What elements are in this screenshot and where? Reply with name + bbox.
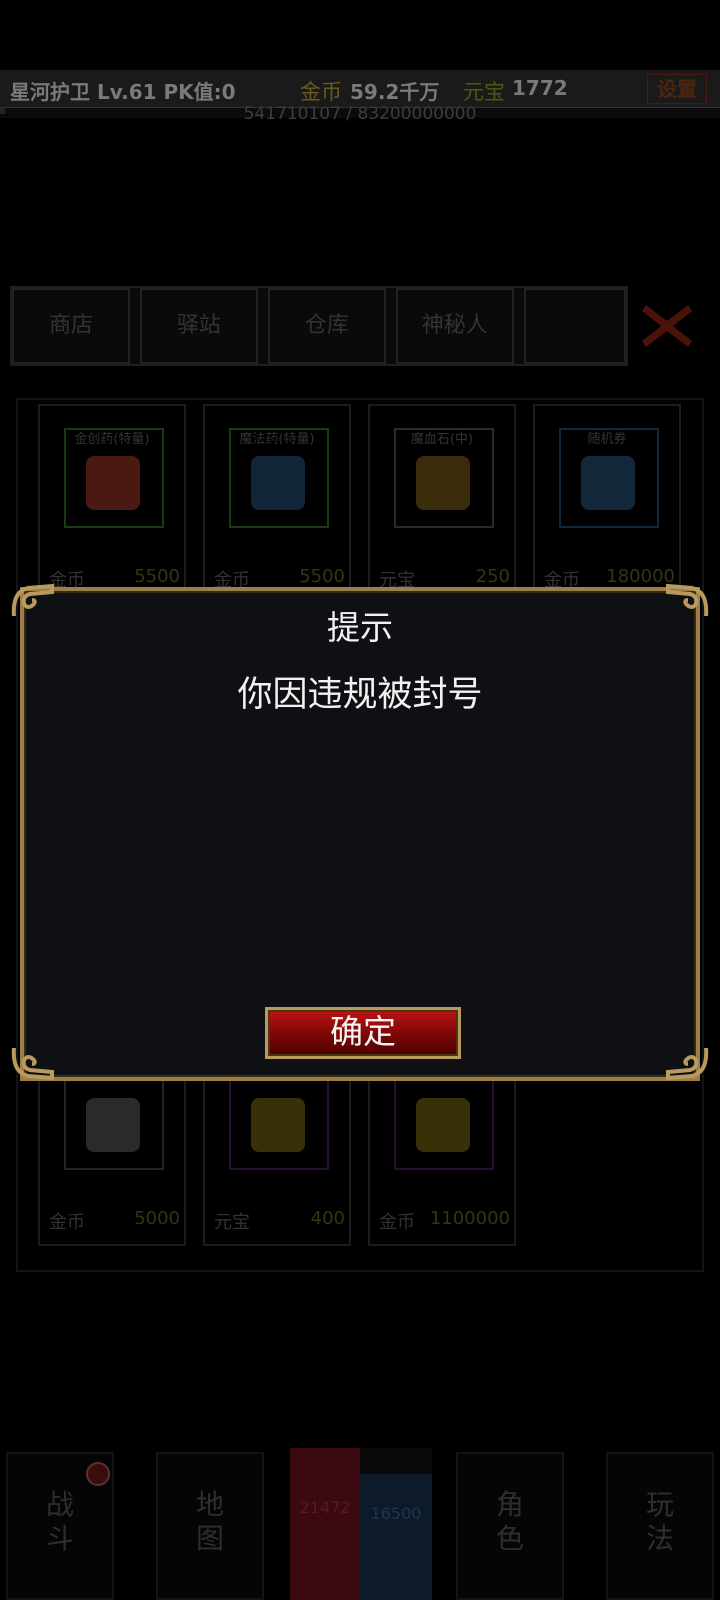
tab-shop[interactable]: 商店 <box>12 288 130 364</box>
item-price: 5500 <box>299 566 345 587</box>
gold-value: 59.2千万 <box>350 80 440 104</box>
mp-bar-track <box>360 1448 432 1474</box>
tab-warehouse[interactable]: 仓库 <box>267 288 386 364</box>
role-button[interactable]: 角色 <box>456 1452 564 1600</box>
play-label: 玩法 <box>645 1488 674 1555</box>
corner-ornament-icon <box>666 583 709 617</box>
item-icon <box>251 1098 305 1152</box>
item-icon <box>251 456 305 510</box>
item-icon <box>86 1098 140 1152</box>
tab-mystery-man[interactable]: 神秘人 <box>395 288 514 364</box>
shop-item[interactable]: 随机券 金币 180000 <box>533 404 681 604</box>
bottom-nav: 战斗 地图 21472 16500 角色 玩法 <box>0 1448 720 1600</box>
map-label: 地图 <box>195 1488 224 1555</box>
settings-button[interactable]: 设置 <box>647 74 707 104</box>
map-button[interactable]: 地图 <box>156 1452 264 1600</box>
corner-ornament-icon <box>666 1047 709 1081</box>
item-price: 250 <box>475 566 510 587</box>
exp-text: 541710107 / 83200000000 <box>243 104 477 124</box>
gold-label: 金币 <box>300 80 342 104</box>
shop-item[interactable]: 魔法药(特量) 金币 5500 <box>203 404 351 604</box>
status-bar-area <box>0 0 720 70</box>
item-currency: 金币 <box>379 1212 415 1233</box>
item-currency: 金币 <box>49 1212 85 1233</box>
item-name: 魔血石(中) <box>410 432 474 447</box>
shop-item[interactable]: 魔血石(中) 元宝 250 <box>368 404 516 604</box>
role-label: 角色 <box>495 1488 524 1555</box>
shop-tabs: 商店 驿站 仓库 神秘人 <box>10 286 628 366</box>
item-price: 5500 <box>134 566 180 587</box>
shop-item[interactable]: 金创药(特量) 金币 5500 <box>38 404 186 604</box>
ingot-value: 1772 <box>512 76 568 100</box>
item-price: 5000 <box>134 1208 180 1229</box>
item-icon <box>581 456 635 510</box>
hp-bar: 21472 <box>290 1448 360 1600</box>
notification-dot-icon <box>86 1462 110 1486</box>
dialog-title: 提示 <box>327 608 393 647</box>
close-icon[interactable] <box>640 301 694 351</box>
item-price: 1100000 <box>429 1208 510 1229</box>
tab-station[interactable]: 驿站 <box>139 288 258 364</box>
play-button[interactable]: 玩法 <box>606 1452 714 1600</box>
dialog-message: 你因违规被封号 <box>237 675 483 715</box>
item-price: 400 <box>310 1208 345 1229</box>
tab-empty[interactable] <box>523 288 626 364</box>
player-info-bar: 星河护卫 Lv.61 PK值:0 金币 59.2千万 元宝 1772 设置 <box>0 70 720 108</box>
item-price: 180000 <box>606 566 675 587</box>
ingot-label: 元宝 <box>463 80 505 104</box>
item-name: 魔法药(特量) <box>239 432 315 447</box>
mp-bar: 16500 <box>360 1474 432 1600</box>
corner-ornament-icon <box>11 1047 54 1081</box>
item-name: 随机券 <box>587 432 627 447</box>
battle-label: 战斗 <box>45 1488 74 1555</box>
player-name-level: 星河护卫 Lv.61 PK值:0 <box>10 80 236 104</box>
item-currency: 元宝 <box>214 1212 250 1233</box>
confirm-button[interactable]: 确定 <box>265 1007 461 1059</box>
corner-ornament-icon <box>11 583 54 617</box>
item-icon <box>86 456 140 510</box>
item-icon <box>416 456 470 510</box>
item-icon <box>416 1098 470 1152</box>
notice-dialog: 提示 你因违规被封号 确定 <box>20 587 700 1081</box>
item-name: 金创药(特量) <box>74 432 150 447</box>
